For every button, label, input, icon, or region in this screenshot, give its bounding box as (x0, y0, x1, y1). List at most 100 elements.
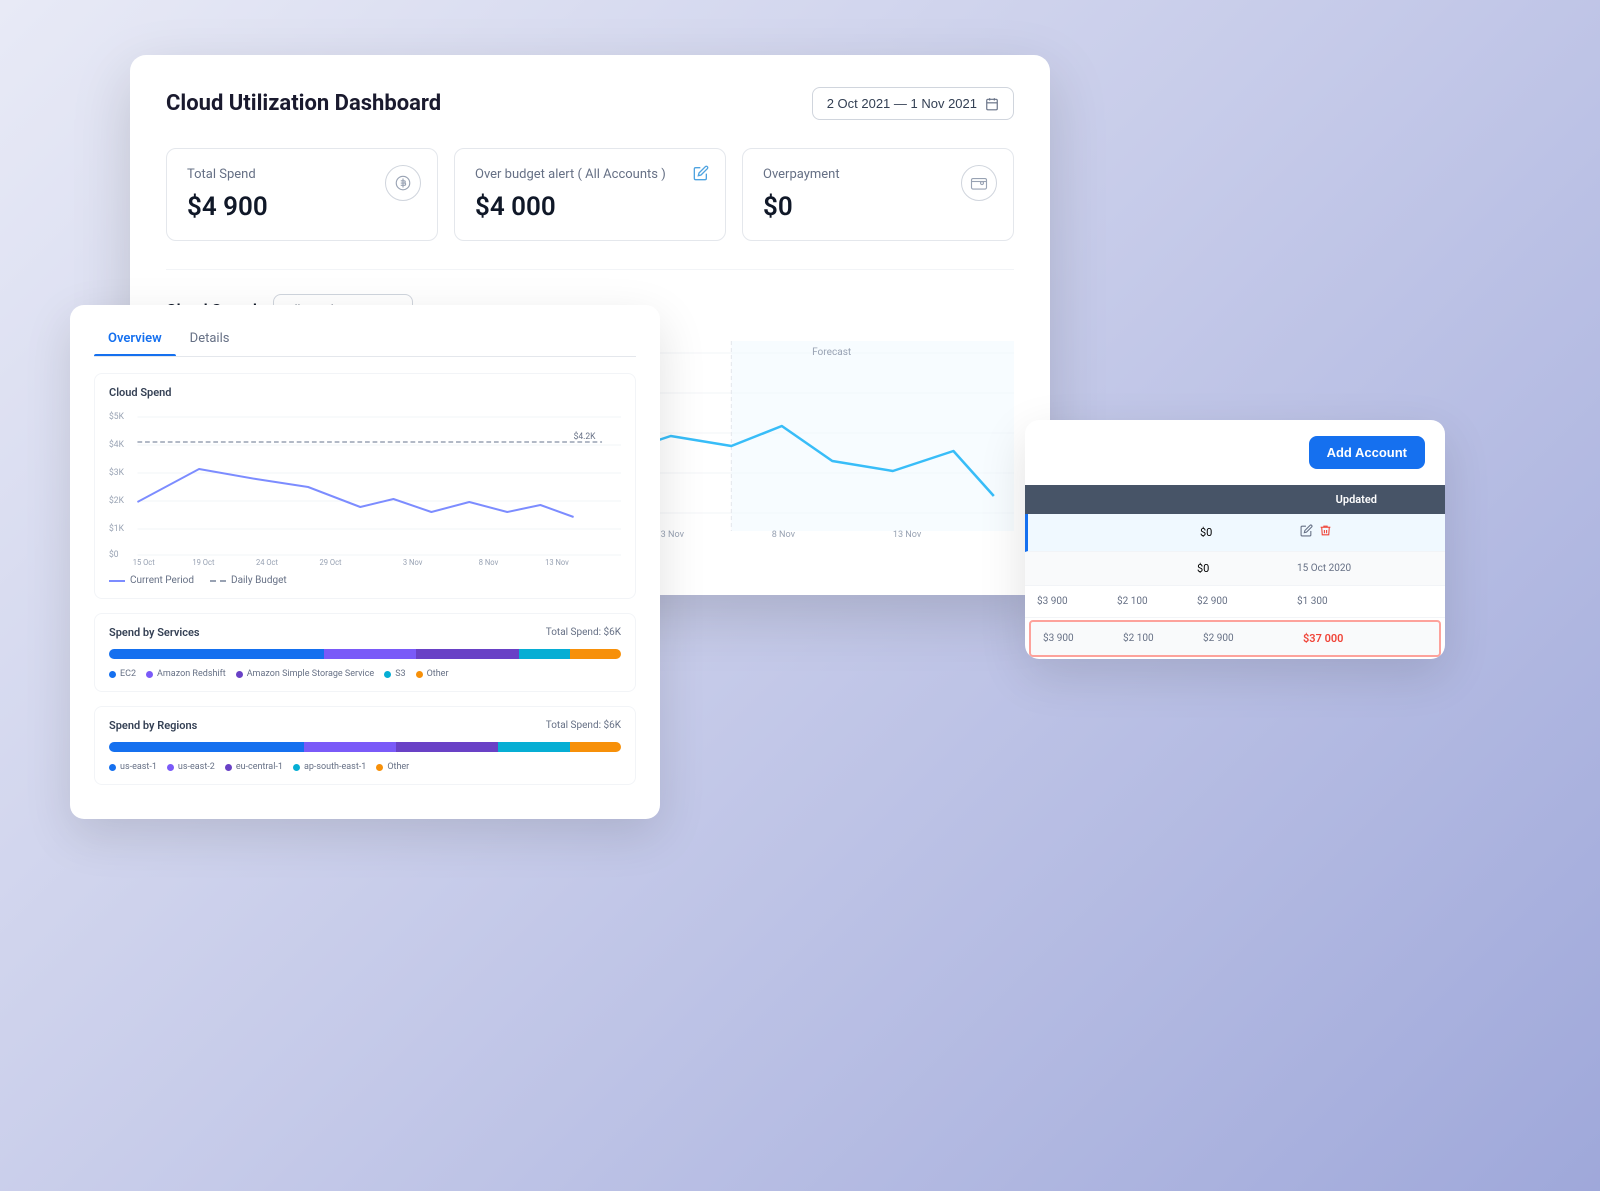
dot-us-east-2 (167, 764, 174, 771)
svg-text:15 Oct: 15 Oct (133, 558, 155, 567)
svg-text:8 Nov: 8 Nov (479, 558, 499, 567)
chart-legend: Current Period Daily Budget (109, 575, 621, 586)
row4-col1: $3 900 (1043, 633, 1123, 644)
budget-edit-icon[interactable] (693, 165, 709, 185)
row4-col2: $2 100 (1123, 633, 1203, 644)
svg-text:$4.2K: $4.2K (574, 431, 596, 442)
svg-text:13 Nov: 13 Nov (545, 558, 569, 567)
row3-col3: $2 900 (1197, 596, 1297, 607)
spend-by-regions: Spend by Regions Total Spend: $6K us-eas… (94, 706, 636, 785)
legend-redshift: Amazon Redshift (146, 669, 226, 679)
metric-total-spend: Total Spend $4 900 (166, 148, 438, 241)
dot-ap-south (293, 764, 300, 771)
metric-budget-alert: Over budget alert ( All Accounts ) $4 00… (454, 148, 726, 241)
total-spend-value: $4 900 (187, 192, 417, 222)
legend-us-east-1: us-east-1 (109, 762, 157, 772)
svg-text:$0: $0 (109, 549, 119, 560)
delete-button[interactable] (1319, 524, 1332, 541)
legend-current-label: Current Period (130, 575, 194, 586)
dashboard-header: Cloud Utilization Dashboard 2 Oct 2021 —… (166, 87, 1014, 120)
tabs-row: Overview Details (94, 325, 636, 357)
svg-text:24 Oct: 24 Oct (256, 558, 278, 567)
regions-total: Total Spend: $6K (546, 720, 621, 731)
ec2-bar (109, 649, 324, 659)
total-spend-label: Total Spend (187, 167, 417, 182)
legend-other: Other (416, 669, 449, 679)
mini-chart-svg: $5K $4K $3K $2K $1K $0 $4.2K 15 (109, 407, 621, 567)
overpayment-icon (961, 165, 997, 201)
table-row: $0 15 Oct 2020 (1025, 552, 1445, 586)
label-other-regions: Other (387, 762, 409, 772)
row3-col1: $3 900 (1037, 596, 1117, 607)
metrics-row: Total Spend $4 900 Over budget alert ( A… (166, 148, 1014, 241)
regions-title: Spend by Regions (109, 719, 197, 732)
label-ec2: EC2 (120, 669, 136, 679)
legend-line-current (109, 580, 125, 582)
table-row: $0 (1025, 514, 1445, 552)
svg-text:Forecast: Forecast (812, 347, 851, 358)
table-row: $3 900 $2 100 $2 900 $37 000 (1029, 620, 1441, 657)
accounts-table-header: Updated (1025, 485, 1445, 514)
legend-ec2: EC2 (109, 669, 136, 679)
mini-chart-svg-wrapper: $5K $4K $3K $2K $1K $0 $4.2K 15 (109, 407, 621, 567)
services-total: Total Spend: $6K (546, 627, 621, 638)
ap-south-bar (498, 742, 570, 752)
label-other-services: Other (427, 669, 449, 679)
legend-us-east-2: us-east-2 (167, 762, 215, 772)
other-regions-bar (570, 742, 621, 752)
row4-amount: $37 000 (1303, 632, 1383, 645)
overpayment-value: $0 (763, 192, 993, 222)
dot-eu-central (225, 764, 232, 771)
overpayment-label: Overpayment (763, 167, 993, 182)
label-us-east-2: us-east-2 (178, 762, 215, 772)
s3-storage-bar (416, 649, 518, 659)
svg-text:$1K: $1K (109, 523, 124, 534)
date-range-button[interactable]: 2 Oct 2021 — 1 Nov 2021 (812, 87, 1014, 120)
dot-s3-storage (236, 671, 243, 678)
date-range-text: 2 Oct 2021 — 1 Nov 2021 (827, 96, 977, 111)
row2-date: 15 Oct 2020 (1297, 563, 1377, 574)
legend-s3: S3 (384, 669, 405, 679)
svg-text:$3K: $3K (109, 467, 124, 478)
svg-text:$2K: $2K (109, 495, 124, 506)
table-row: $3 900 $2 100 $2 900 $1 300 (1025, 586, 1445, 618)
tab-overview[interactable]: Overview (94, 325, 176, 356)
row2-amount: $0 (1197, 562, 1297, 575)
spend-by-services: Spend by Services Total Spend: $6K EC2 A… (94, 613, 636, 692)
dot-ec2 (109, 671, 116, 678)
dot-redshift (146, 671, 153, 678)
services-title: Spend by Services (109, 626, 200, 639)
legend-daily-budget: Daily Budget (210, 575, 287, 586)
legend-line-budget (210, 580, 226, 582)
other-services-bar (570, 649, 621, 659)
svg-text:$4K: $4K (109, 439, 124, 450)
add-account-button[interactable]: Add Account (1309, 436, 1425, 469)
svg-text:8 Nov: 8 Nov (772, 530, 796, 540)
dot-other-services (416, 671, 423, 678)
regions-legend: us-east-1 us-east-2 eu-central-1 ap-sout… (109, 762, 621, 772)
svg-text:19 Oct: 19 Oct (192, 558, 214, 567)
s3-bar (519, 649, 570, 659)
svg-text:3 Nov: 3 Nov (403, 558, 423, 567)
row1-actions (1300, 524, 1380, 541)
legend-ap-south: ap-south-east-1 (293, 762, 366, 772)
calendar-icon (985, 97, 999, 111)
svg-text:3 Nov: 3 Nov (661, 530, 685, 540)
overview-card: Overview Details Cloud Spend $5K $4K $3K… (70, 305, 660, 819)
accounts-header: Add Account (1025, 420, 1445, 485)
regions-spend-header: Spend by Regions Total Spend: $6K (109, 719, 621, 732)
tab-details[interactable]: Details (176, 325, 244, 356)
dot-s3 (384, 671, 391, 678)
col-updated-header: Updated (1297, 493, 1377, 506)
regions-bar-track (109, 742, 621, 752)
services-bar-track (109, 649, 621, 659)
legend-budget-label: Daily Budget (231, 575, 287, 586)
dot-us-east-1 (109, 764, 116, 771)
legend-other-regions: Other (376, 762, 409, 772)
svg-text:$5K: $5K (109, 411, 124, 422)
budget-alert-label: Over budget alert ( All Accounts ) (475, 167, 705, 182)
edit-button[interactable] (1300, 524, 1313, 541)
services-spend-header: Spend by Services Total Spend: $6K (109, 626, 621, 639)
legend-current-period: Current Period (109, 575, 194, 586)
row4-col3: $2 900 (1203, 633, 1303, 644)
